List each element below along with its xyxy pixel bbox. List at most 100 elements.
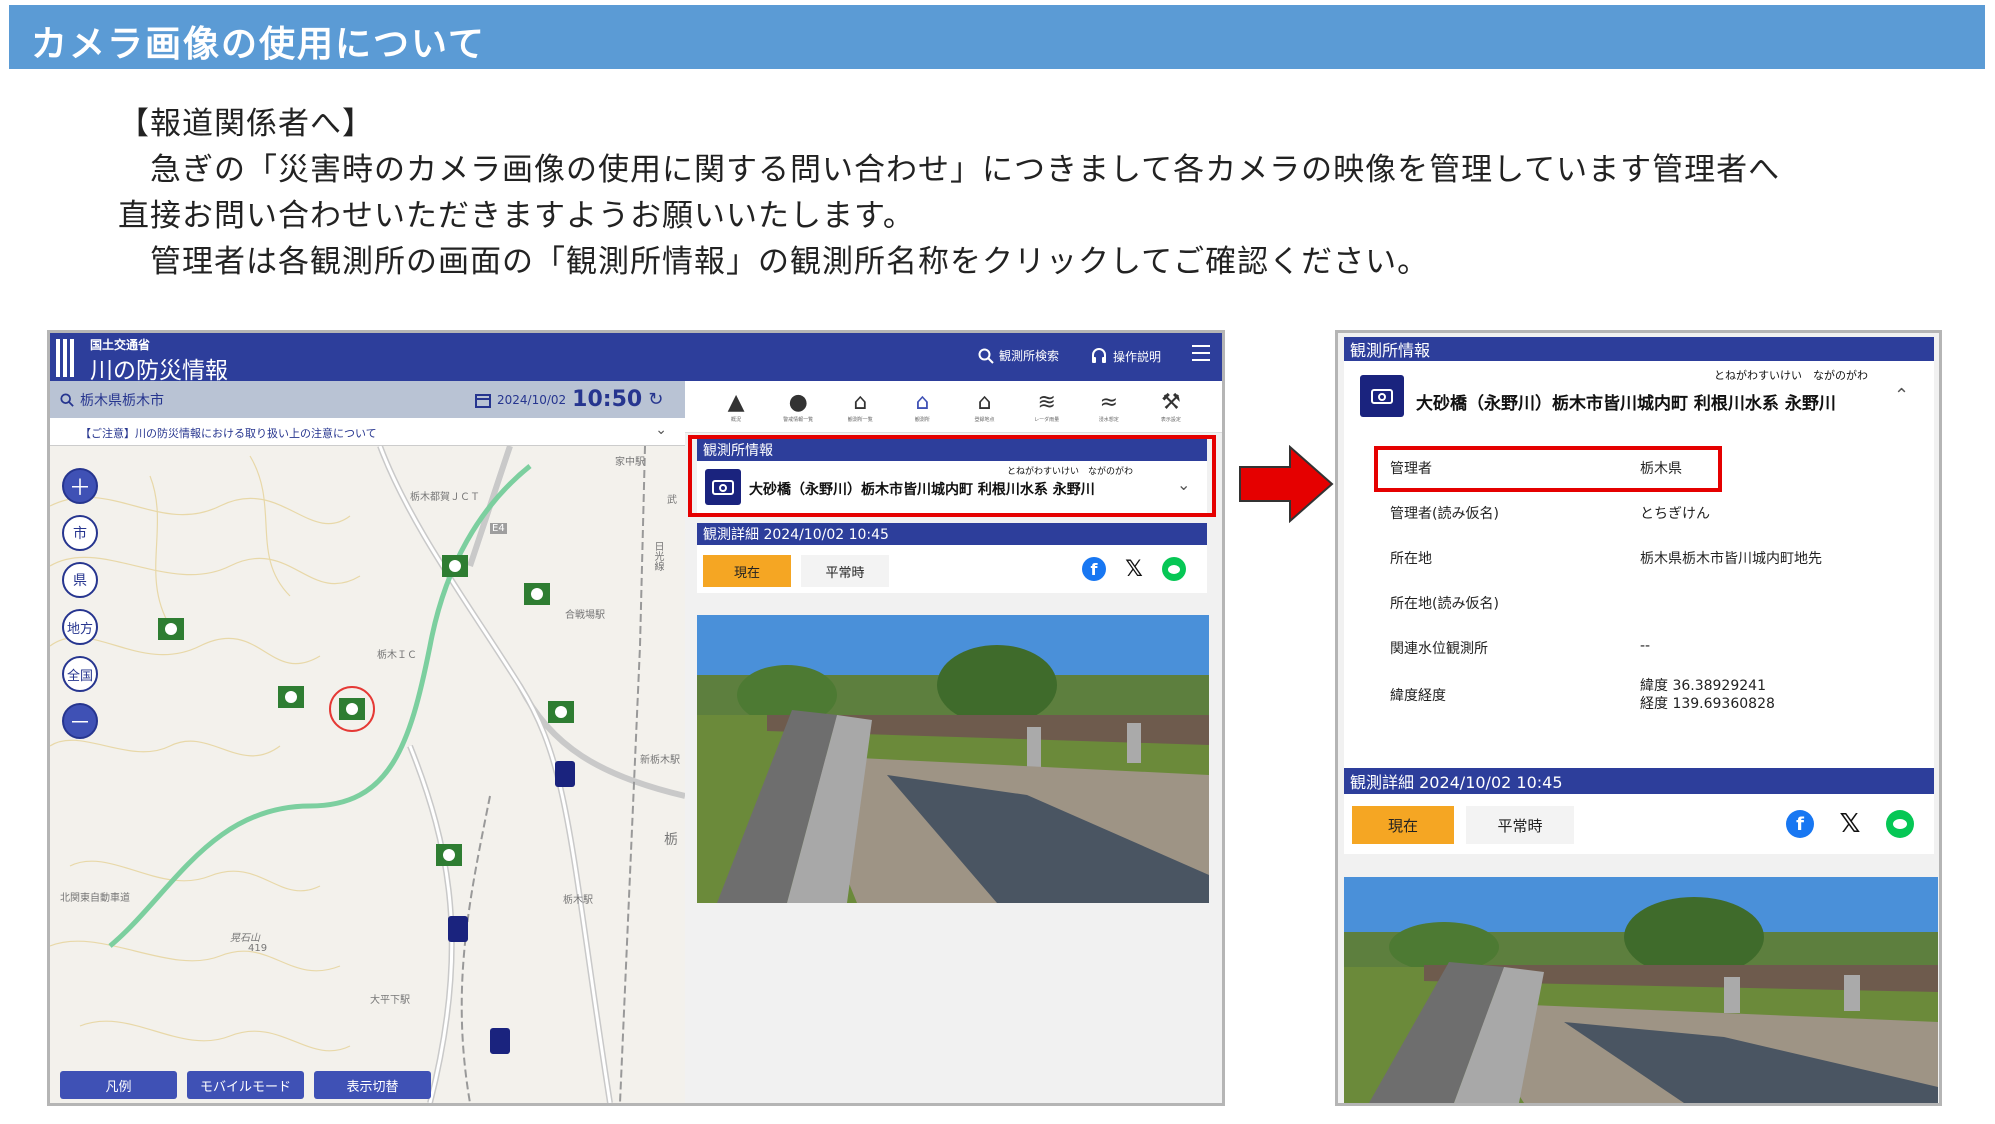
zoom-out-button[interactable]: －	[62, 703, 98, 739]
search-icon	[60, 393, 74, 407]
app-screenshot-right: 観測所情報 とねがわすいけい ながのがわ 大砂橋（永野川）栃木市皆川城内町 利根…	[1335, 330, 1942, 1106]
nav-overview[interactable]: ▲ 概況	[712, 381, 760, 432]
info-value-address: 栃木県栃木市皆川城内町地先	[1640, 551, 1822, 567]
line-icon[interactable]	[1162, 557, 1186, 581]
camera-image	[697, 615, 1209, 903]
app-header: 国土交通省 川の防災情報 観測所検索 操作説明	[50, 333, 1222, 384]
map-label-jct: 栃木都賀ＪＣＴ	[410, 492, 480, 503]
app-logo	[56, 339, 80, 377]
map-label-e4: E4	[490, 523, 507, 534]
calendar-icon	[475, 393, 491, 408]
app-screenshot-left: 国土交通省 川の防災情報 観測所検索 操作説明 栃木県栃木市 2024/10/0…	[47, 330, 1225, 1106]
legend-button[interactable]: 凡例	[60, 1071, 177, 1099]
help-link[interactable]: 操作説明	[1090, 347, 1161, 365]
banner-title: カメラ画像の使用について	[31, 24, 486, 65]
station-name[interactable]: 大砂橋（永野川）栃木市皆川城内町 利根川水系 永野川	[1416, 389, 1836, 414]
list-house-icon: ⌂	[853, 390, 868, 415]
scale-region-button[interactable]: 地方	[62, 609, 98, 645]
home-icon: ⌂	[915, 390, 930, 415]
nav-station-list[interactable]: ⌂ 観測所一覧	[836, 381, 884, 432]
station-search-label: 観測所検索	[999, 349, 1060, 363]
info-value-latitude: 緯度 36.38929241	[1640, 678, 1766, 694]
chevron-up-icon[interactable]: ⌃	[1894, 385, 1909, 406]
map-label-tochi: 栃	[664, 832, 678, 848]
tab-now[interactable]: 現在	[703, 555, 791, 587]
tab-now[interactable]: 現在	[1352, 806, 1454, 844]
page-banner: カメラ画像の使用について	[9, 5, 1985, 69]
detail-tabs-row: 現在 平常時 f 𝕏	[697, 545, 1207, 593]
scale-nation-button[interactable]: 全国	[62, 656, 98, 692]
info-label-address-kana: 所在地(読み仮名)	[1390, 596, 1499, 612]
map-location[interactable]: 栃木県栃木市	[60, 390, 164, 410]
map-label-shintochigi: 新栃木駅	[640, 755, 680, 766]
notice-bar[interactable]: 【ご注意】川の防災情報における取り扱い上の注意について ⌄	[50, 418, 685, 446]
map-time: 10:50	[572, 387, 643, 412]
station-furigana: とねがわすいけい ながのがわ	[1714, 369, 1868, 382]
search-icon	[978, 348, 994, 364]
map-label-nikko-line: 日光線	[652, 541, 663, 571]
x-icon[interactable]: 𝕏	[1122, 557, 1146, 582]
zoom-in-button[interactable]: ＋	[62, 468, 98, 504]
info-value-related-station: --	[1640, 638, 1651, 654]
arrow-right-icon	[1239, 445, 1334, 523]
help-label: 操作説明	[1113, 349, 1162, 364]
map-label-akeishi: 晃石山	[230, 933, 260, 944]
detail-tabs-row: 現在 平常時 f 𝕏	[1344, 794, 1934, 854]
refresh-icon[interactable]: ↻	[648, 389, 663, 410]
share-buttons: f 𝕏	[1786, 809, 1914, 839]
nav-registered[interactable]: ⌂ 登録地点	[961, 381, 1009, 432]
detail-header: 観測詳細 2024/10/02 10:45	[697, 523, 1207, 545]
info-label-address: 所在地	[1390, 551, 1432, 567]
info-value-manager-kana: とちぎけん	[1640, 506, 1710, 522]
map-label-ienaka: 家中駅	[615, 457, 645, 468]
nav-radar[interactable]: ≋ レーダ雨量	[1023, 381, 1071, 432]
map-label-ic: 栃木ＩＣ	[377, 650, 417, 661]
nav-flood[interactable]: ≈ 浸水想定	[1085, 381, 1133, 432]
camera-image	[1344, 877, 1938, 1103]
map-label-tochigi-station: 栃木駅	[563, 895, 593, 906]
line-icon[interactable]	[1886, 810, 1914, 838]
station-search-link[interactable]: 観測所検索	[978, 347, 1059, 364]
info-value-longitude: 経度 139.69360828	[1640, 696, 1775, 712]
scale-city-button[interactable]: 市	[62, 515, 98, 551]
map-toolbar: 栃木県栃木市 2024/10/02 10:50 ↻	[50, 381, 685, 418]
map-date: 2024/10/02	[497, 392, 567, 407]
map-label-expressway: 北関東自動車道	[60, 893, 130, 904]
nav-alerts[interactable]: ● 警戒情報一覧	[774, 381, 822, 432]
facebook-icon[interactable]: f	[1786, 810, 1814, 838]
map-label-ohirashita: 大平下駅	[370, 995, 410, 1006]
waves-icon: ≈	[1099, 390, 1119, 415]
nav-settings[interactable]: ⚒ 表示設定	[1147, 381, 1195, 432]
intro-line-1: 急ぎの「災害時のカメラ画像の使用に関する問い合わせ」につきまして各カメラの映像を…	[118, 152, 1781, 188]
station-info-card: とねがわすいけい ながのがわ 大砂橋（永野川）栃木市皆川城内町 利根川水系 永野…	[1344, 361, 1934, 781]
station-info-header: 観測所情報	[1344, 337, 1934, 361]
headset-icon	[1092, 348, 1106, 363]
map-canvas[interactable]	[50, 446, 685, 1103]
map-label-kassenba: 合戦場駅	[565, 610, 605, 621]
tab-normal[interactable]: 平常時	[1466, 806, 1574, 844]
camera-icon	[1360, 375, 1404, 417]
map-label-bu: 武	[667, 495, 677, 506]
nav-station[interactable]: ⌂ 観測所	[898, 381, 946, 432]
intro-line-3: 管理者は各観測所の画面の「観測所情報」の観測所名称をクリックしてご確認ください。	[118, 244, 1430, 280]
display-toggle-button[interactable]: 表示切替	[314, 1071, 431, 1099]
notice-text: 【ご注意】川の防災情報における取り扱い上の注意について	[80, 427, 377, 440]
intro-heading: 【報道関係者へ】	[118, 106, 374, 142]
map-datetime[interactable]: 2024/10/02 10:50 ↻	[475, 387, 663, 412]
rss-icon: ≋	[1037, 390, 1056, 415]
app-title[interactable]: 川の防災情報	[90, 351, 228, 385]
wrench-icon: ⚒	[1161, 390, 1181, 415]
share-buttons: f 𝕏	[1082, 557, 1186, 582]
info-label-manager-kana: 管理者(読み仮名)	[1390, 506, 1499, 522]
tab-normal[interactable]: 平常時	[801, 555, 889, 587]
x-icon[interactable]: 𝕏	[1836, 809, 1864, 839]
facebook-icon[interactable]: f	[1082, 557, 1106, 581]
chevron-down-icon[interactable]: ⌄	[655, 422, 667, 438]
menu-icon[interactable]	[1192, 345, 1210, 366]
nav-bar: ▲ 概況 ● 警戒情報一覧 ⌂ 観測所一覧 ⌂ 観測所 ⌂ 登録地点 ≋ レーダ雨量 ≈ 浸水…	[685, 381, 1222, 433]
info-label-coordinates: 緯度経度	[1390, 688, 1446, 704]
map-panel[interactable]: 栃木県栃木市 2024/10/02 10:50 ↻ 【ご注意】川の防災情報におけ…	[50, 381, 685, 1103]
scale-pref-button[interactable]: 県	[62, 562, 98, 598]
mobile-mode-button[interactable]: モバイルモード	[187, 1071, 304, 1099]
highlight-station-info	[688, 435, 1216, 517]
